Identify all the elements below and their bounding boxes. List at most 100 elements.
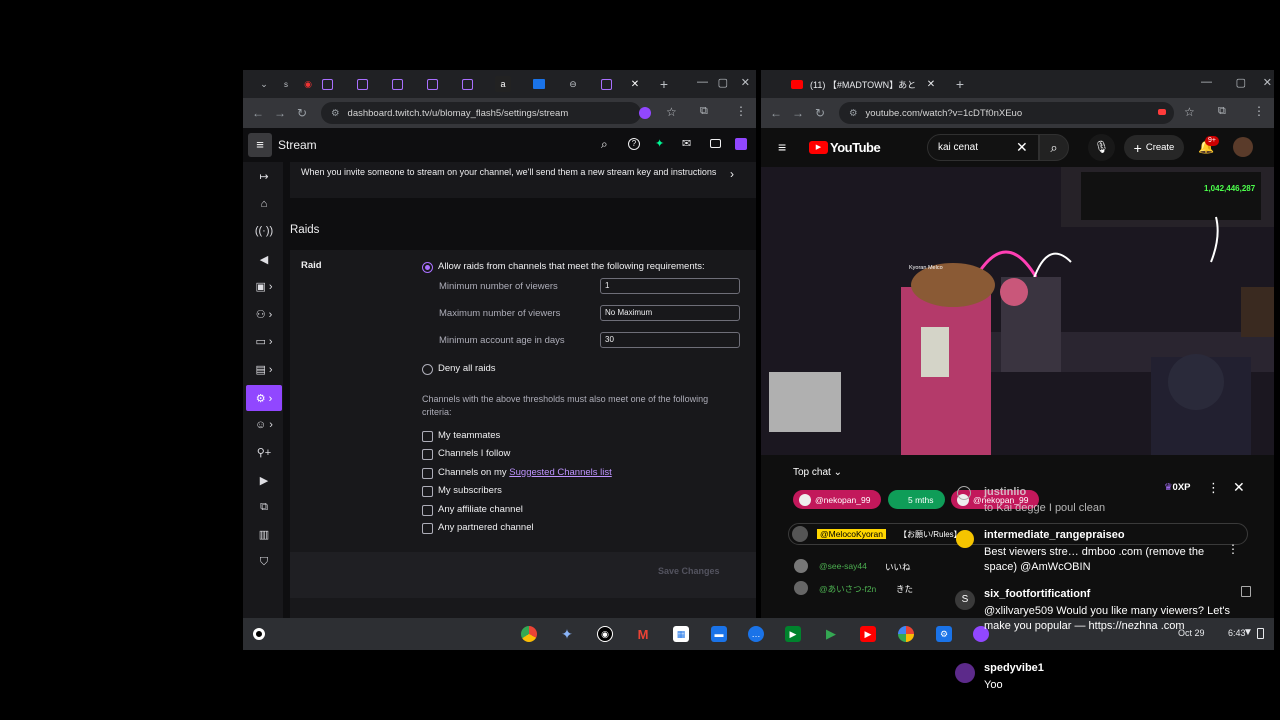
max-viewers-input[interactable]: No Maximum — [600, 305, 740, 321]
messages-icon[interactable]: … — [748, 626, 764, 642]
tab-twitch-icon[interactable] — [357, 78, 368, 90]
site-info-icon[interactable]: ⚙ — [849, 108, 858, 119]
clear-search-icon[interactable]: ✕ — [1016, 139, 1028, 156]
home-icon[interactable]: ⌂ — [250, 192, 278, 216]
photos-icon[interactable] — [898, 626, 914, 642]
analytics-icon[interactable]: ▣ › — [250, 274, 278, 298]
close-window-icon[interactable]: ✕ — [1263, 76, 1272, 89]
gmail-icon[interactable]: M — [635, 626, 651, 642]
close-overlay-icon[interactable]: ✕ — [1233, 479, 1245, 496]
safety-shield-icon[interactable]: ⛉ — [250, 550, 278, 574]
content-icon[interactable]: ▭ › — [250, 329, 278, 353]
settings-icon[interactable]: ⚙ › — [246, 385, 282, 411]
youtube-logo-icon[interactable]: ▶ — [809, 141, 828, 154]
tab-twitch-icon[interactable] — [427, 78, 438, 90]
tab-globe-icon[interactable]: ⊖ — [565, 76, 581, 92]
search-button[interactable]: ⌕ — [1039, 134, 1069, 161]
save-changes-button[interactable]: Save Changes — [658, 566, 720, 576]
podcast-icon[interactable]: ◉ — [597, 626, 613, 642]
new-tab-icon[interactable]: + — [656, 76, 672, 92]
min-age-input[interactable]: 30 — [600, 332, 740, 348]
launcher-icon[interactable] — [253, 628, 265, 640]
follow-checkbox[interactable] — [422, 449, 433, 460]
account-avatar[interactable] — [1233, 137, 1253, 157]
gemini-icon[interactable]: ✦ — [559, 626, 575, 642]
bookmark-star-icon[interactable]: ☆ — [666, 105, 677, 119]
video-camera-icon[interactable]: ▶ — [250, 468, 278, 492]
reload-icon[interactable]: ↻ — [809, 106, 831, 120]
hamburger-menu-icon[interactable]: ≡ — [778, 139, 786, 155]
video-player[interactable]: 1,042,446,287 Kyoran Melco — [761, 167, 1274, 455]
minimize-icon[interactable]: — — [1201, 76, 1212, 88]
youtube-icon[interactable]: ▶ — [860, 626, 876, 642]
search-icon[interactable]: ⌕ — [601, 137, 608, 152]
tab-list-icon[interactable]: ⌄ — [256, 76, 272, 92]
guide-book-icon[interactable]: ▥ — [250, 522, 278, 546]
site-info-icon[interactable]: ⚙ — [331, 108, 340, 119]
viewer-rewards-icon[interactable]: ☺ › — [250, 413, 278, 437]
extensions-icon[interactable]: ⧉ — [250, 495, 278, 519]
tab-twitch-active-icon[interactable] — [601, 78, 612, 90]
min-viewers-input[interactable]: 1 — [600, 278, 740, 294]
new-tab-icon[interactable]: + — [952, 76, 968, 92]
recording-icon[interactable] — [1158, 109, 1166, 115]
chevron-right-icon[interactable]: › — [730, 167, 734, 181]
extension-icon[interactable] — [639, 107, 651, 119]
close-window-icon[interactable]: ✕ — [741, 76, 750, 89]
search-input[interactable]: kai cenat ✕ — [927, 134, 1039, 161]
files-icon[interactable]: ▬ — [711, 626, 727, 642]
member-pill[interactable]: @nekopan_99 — [793, 490, 881, 509]
youtube-tab-favicon[interactable] — [791, 79, 803, 89]
kebab-menu-icon[interactable]: ⋮ — [1207, 480, 1220, 496]
tab-twitch-icon[interactable] — [392, 78, 403, 90]
record-icon[interactable]: ◉ — [300, 76, 316, 92]
extensions-puzzle-icon[interactable]: ⧉ — [1218, 105, 1226, 118]
sparkle-icon[interactable]: ✦ — [655, 137, 664, 150]
deny-raids-radio[interactable] — [422, 364, 433, 375]
partnered-checkbox[interactable] — [422, 523, 433, 534]
minimize-icon[interactable]: — — [697, 76, 708, 88]
tab-close-icon[interactable]: ✕ — [923, 76, 939, 92]
help-icon[interactable]: ? — [628, 138, 640, 150]
mail-icon[interactable]: ✉ — [682, 137, 691, 150]
suggested-checkbox[interactable] — [422, 468, 433, 479]
maximize-icon[interactable]: ▢ — [718, 76, 728, 89]
reload-icon[interactable]: ↻ — [291, 106, 313, 120]
meet-icon[interactable]: ▶ — [785, 626, 801, 642]
bookmark-star-icon[interactable]: ☆ — [1184, 105, 1195, 119]
chat-bubble-icon[interactable] — [710, 139, 721, 148]
tab-close-icon[interactable]: ✕ — [627, 76, 643, 92]
browser-menu-icon[interactable]: ⋮ — [735, 104, 747, 118]
allow-raids-radio[interactable] — [422, 262, 433, 273]
affiliate-checkbox[interactable] — [422, 505, 433, 516]
add-friend-icon[interactable]: ⚲+ — [250, 440, 278, 464]
monetization-icon[interactable]: ▤ › — [250, 357, 278, 381]
message-menu-icon[interactable]: ⋮ — [1227, 542, 1239, 556]
back-icon[interactable]: ← — [765, 106, 787, 120]
create-button[interactable]: + Create — [1124, 135, 1184, 160]
chrome-icon[interactable] — [521, 626, 537, 642]
hamburger-menu-icon[interactable]: ≡ — [248, 133, 272, 157]
back-icon[interactable]: ← — [247, 106, 269, 120]
tab-twitch-icon[interactable] — [462, 78, 473, 90]
megaphone-icon[interactable]: ◀ — [250, 247, 278, 271]
chat-mode-dropdown[interactable]: Top chat ⌄ — [793, 467, 842, 478]
tab-amazon-icon[interactable]: a — [495, 76, 511, 92]
profile-avatar[interactable] — [735, 138, 747, 150]
calendar-icon[interactable]: ▦ — [673, 626, 689, 642]
tab-favicon[interactable]: s — [278, 76, 294, 92]
suggested-channels-link[interactable]: Suggested Channels list — [509, 467, 611, 478]
url-field[interactable]: ⚙ dashboard.twitch.tv/u/blomay_flash5/se… — [321, 102, 641, 124]
subscribers-checkbox[interactable] — [422, 486, 433, 497]
community-icon[interactable]: ⚇ › — [250, 302, 278, 326]
months-pill[interactable]: 5 mths — [888, 490, 945, 509]
broadcast-icon[interactable]: ((·)) — [250, 219, 278, 243]
play-store-icon[interactable]: ▶ — [823, 626, 839, 642]
tab-twitch-icon[interactable] — [322, 78, 333, 90]
report-icon[interactable] — [1241, 586, 1251, 597]
maximize-icon[interactable]: ▢ — [1236, 76, 1246, 89]
extensions-puzzle-icon[interactable]: ⧉ — [700, 105, 708, 118]
tab-ticket-icon[interactable] — [533, 79, 545, 89]
teammates-checkbox[interactable] — [422, 431, 433, 442]
voice-search-icon[interactable]: 🎙 — [1088, 134, 1115, 161]
